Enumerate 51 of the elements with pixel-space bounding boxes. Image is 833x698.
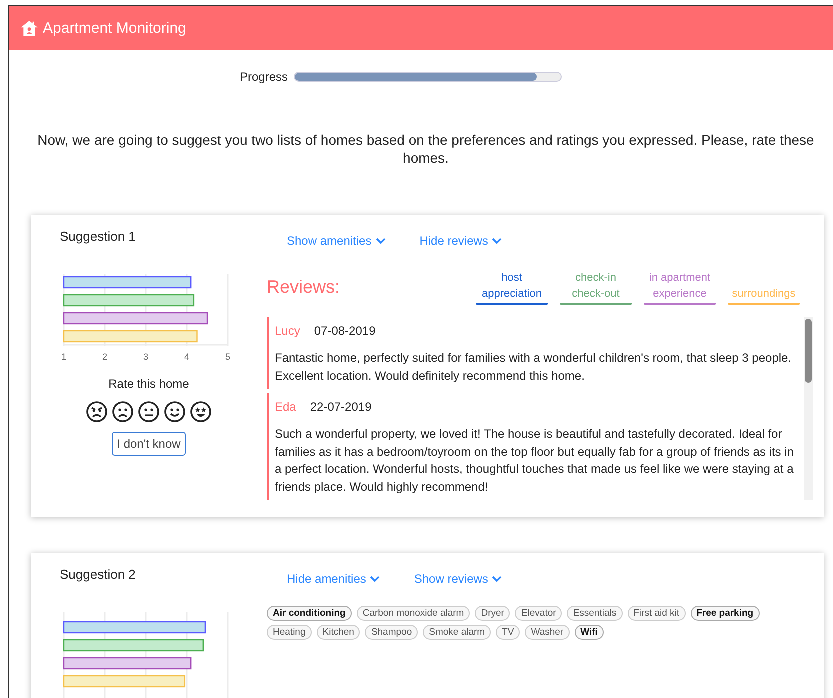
intro-text: Now, we are going to suggest you two lists of homes based on the preferences and ratings you expressed. Please, rate these homes.	[36, 131, 816, 167]
progress-label: Progress	[240, 70, 288, 84]
reviewer-name: Lucy	[275, 324, 300, 338]
amenity-tag: Heating	[267, 625, 312, 640]
suggestion-title: Suggestion 2	[60, 567, 136, 582]
chevron-down-icon	[492, 576, 502, 582]
amenity-tag: TV	[496, 625, 520, 640]
sad-face-icon[interactable]	[112, 401, 134, 423]
category-tab[interactable]: check-in check-out	[560, 270, 632, 305]
amenity-tag: Kitchen	[316, 625, 360, 640]
amenity-tag: Washer	[525, 625, 570, 640]
smile-face-icon[interactable]	[164, 401, 186, 423]
home-icon	[21, 20, 38, 36]
reviewer-name: Eda	[275, 400, 296, 414]
axis-tick-label: 5	[226, 352, 230, 362]
axis-tick-label: 3	[144, 352, 148, 362]
neutral-face-icon[interactable]	[138, 401, 160, 423]
amenity-tag: Elevator	[515, 606, 562, 621]
amenity-tag: Wifi	[574, 625, 604, 640]
review-text: Such a wonderful property, we loved it! The house is beautiful and tastefully decorated. Ideal for families as it has a bedroom/toyroom on the top floor but equally fab for a group of friends as its in a perfect location. Wonderful hosts, thoughtful touches that made us feel like we were staying at a friends place. Would highly recommend!	[275, 426, 795, 496]
amenity-tag: First aid kit	[628, 606, 686, 621]
chevron-down-icon	[370, 576, 380, 582]
axis-tick-label: 4	[184, 352, 190, 362]
suggestion-title: Suggestion 1	[60, 229, 136, 244]
category-tab[interactable]: host appreciation	[476, 270, 548, 305]
stars-face-icon[interactable]	[190, 401, 212, 423]
category-tab[interactable]: in apartment experience	[644, 270, 716, 305]
axis-tick-label: 1	[62, 352, 66, 362]
axis-tick-label: 2	[102, 352, 108, 362]
amenity-tag: Smoke alarm	[423, 625, 492, 640]
amenity-tag: Dryer	[475, 606, 510, 621]
amenity-tag: Carbon monoxide alarm	[356, 606, 470, 621]
angry-face-icon[interactable]	[86, 401, 108, 423]
review-text: Fantastic home, perfectly suited for families with a wonderful children's room, that sleep 3 people. Excellent location. Would definitely recommend this home.	[275, 350, 793, 384]
chevron-down-icon	[376, 238, 386, 244]
rate-label: Rate this home	[108, 377, 190, 391]
amenities-toggle-link[interactable]: Show amenities	[287, 234, 386, 248]
review-date: 22-07-2019	[310, 400, 372, 414]
reviews-toggle-link[interactable]: Show reviews	[414, 572, 502, 586]
reviews-heading: Reviews:	[267, 277, 340, 298]
review-date: 07-08-2019	[314, 324, 376, 338]
reviews-toggle-link[interactable]: Hide reviews	[420, 234, 502, 248]
amenity-tag: Essentials	[567, 606, 623, 621]
dont-know-button[interactable]: I don't know	[112, 432, 186, 456]
scrollbar-thumb[interactable]	[805, 319, 812, 383]
amenity-tag: Shampoo	[365, 625, 418, 640]
amenity-tag: Free parking	[690, 606, 760, 621]
amenities-toggle-link[interactable]: Hide amenities	[287, 572, 380, 586]
app-title: Apartment Monitoring	[43, 20, 186, 36]
chevron-down-icon	[492, 238, 502, 244]
amenity-tag: Air conditioning	[267, 606, 352, 621]
